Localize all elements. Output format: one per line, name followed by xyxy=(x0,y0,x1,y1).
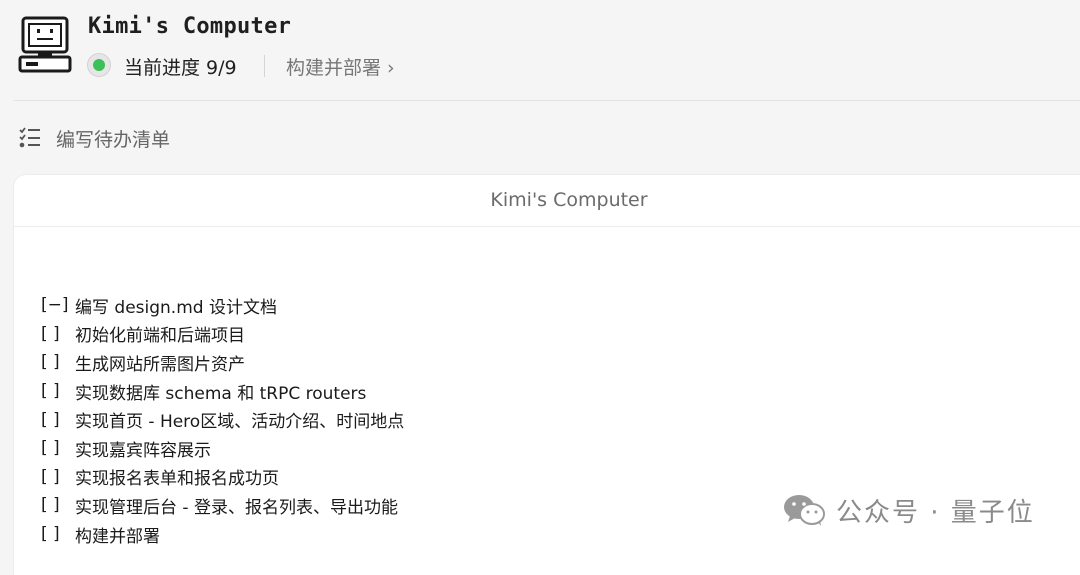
todo-item: [ ] 实现报名表单和报名成功页 xyxy=(41,463,404,492)
todo-item: [−] 编写 design.md 设计文档 xyxy=(41,291,404,320)
todo-text: 实现管理后台 - 登录、报名列表、导出功能 xyxy=(75,497,398,518)
todo-text: 实现嘉宾阵容展示 xyxy=(75,440,211,461)
todo-checkbox: [ ] xyxy=(41,352,60,373)
watermark-text: 公众号 · 量子位 xyxy=(836,497,1035,528)
status-indicator-icon xyxy=(87,53,111,77)
todo-item: [ ] 生成网站所需图片资产 xyxy=(41,348,404,377)
todo-item: [ ] 构建并部署 xyxy=(41,520,404,549)
todo-checkbox: [ ] xyxy=(41,524,60,545)
todo-checkbox: [ ] xyxy=(41,495,60,516)
wechat-icon xyxy=(784,495,825,526)
todo-checkbox: [ ] xyxy=(41,438,60,459)
panel-title: Kimi's Computer xyxy=(490,189,648,211)
todo-checkbox: [ ] xyxy=(41,409,60,430)
todo-checkbox: [ ] xyxy=(41,381,60,402)
watermark: 公众号 · 量子位 xyxy=(782,490,1035,530)
todo-text: 初始化前端和后端项目 xyxy=(75,326,245,347)
todo-checkbox: [ ] xyxy=(41,466,60,487)
todo-checkbox: [−] xyxy=(41,295,69,316)
todo-item: [ ] 实现数据库 schema 和 tRPC routers xyxy=(41,377,404,406)
task-title: 编写待办清单 xyxy=(56,129,171,151)
header: Kimi's Computer 当前进度 9/9 构建并部署 › xyxy=(0,0,1080,100)
todo-text: 实现首页 - Hero区域、活动介绍、时间地点 xyxy=(75,412,405,433)
current-step-link[interactable]: 构建并部署 › xyxy=(286,53,395,80)
divider xyxy=(14,100,1080,101)
progress-text: 当前进度 9/9 xyxy=(124,57,237,79)
todo-text: 构建并部署 xyxy=(75,526,160,547)
todo-item: [ ] 实现首页 - Hero区域、活动介绍、时间地点 xyxy=(41,405,404,434)
divider xyxy=(264,55,265,77)
todo-text: 生成网站所需图片资产 xyxy=(75,354,245,375)
todo-text: 实现报名表单和报名成功页 xyxy=(75,469,279,490)
todo-list: [−] 编写 design.md 设计文档 [ ] 初始化前端和后端项目 [ ] 生成… xyxy=(41,291,404,548)
todo-item: [ ] 实现管理后台 - 登录、报名列表、导出功能 xyxy=(41,491,404,520)
todo-text: 编写 design.md 设计文档 xyxy=(75,297,277,318)
todo-item: [ ] 实现嘉宾阵容展示 xyxy=(41,434,404,463)
todo-text: 实现数据库 schema 和 tRPC routers xyxy=(75,383,367,404)
app-title: Kimi's Computer xyxy=(88,14,292,39)
checklist-icon xyxy=(19,127,40,148)
todo-checkbox: [ ] xyxy=(41,323,60,344)
panel-header: Kimi's Computer xyxy=(14,175,1080,227)
todo-item: [ ] 初始化前端和后端项目 xyxy=(41,320,404,349)
computer-icon xyxy=(18,16,72,73)
